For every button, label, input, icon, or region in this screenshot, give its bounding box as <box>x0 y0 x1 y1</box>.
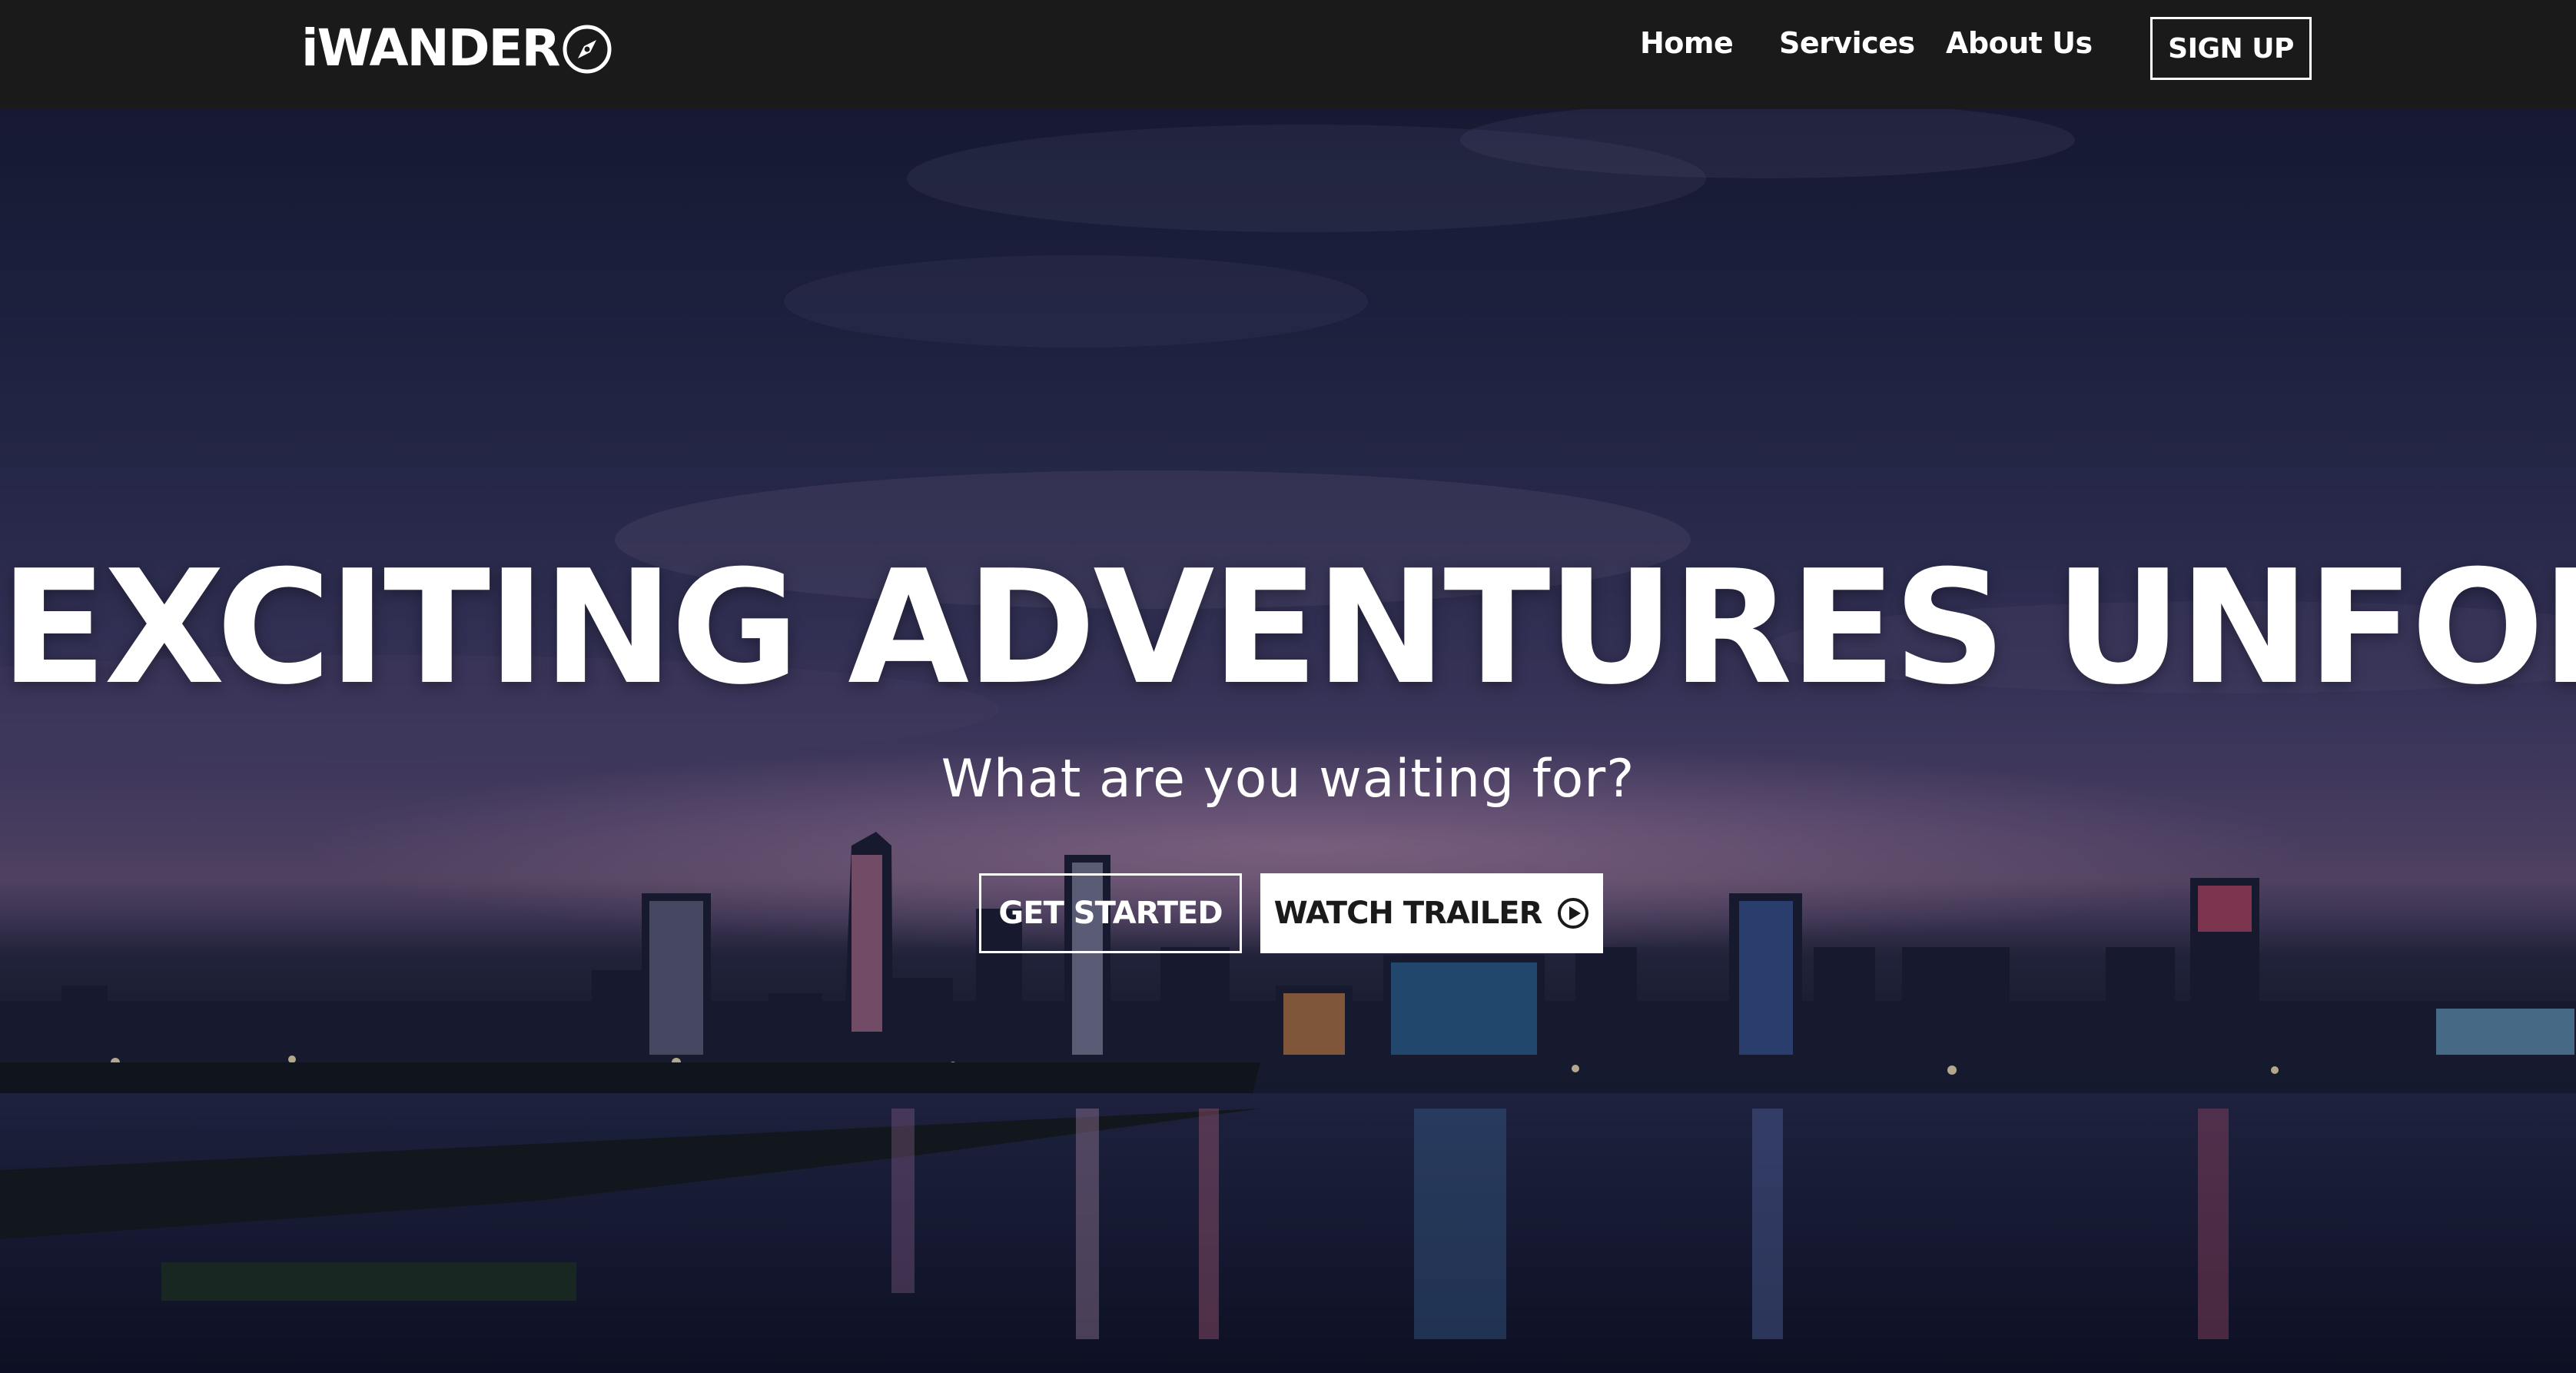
navbar: iWANDER Home Services About Us SIGN UP <box>0 0 2576 109</box>
sign-up-button[interactable]: SIGN UP <box>2150 17 2312 80</box>
nav-link-about-us[interactable]: About Us <box>1946 26 2093 60</box>
nav-link-services[interactable]: Services <box>1779 26 1915 60</box>
hero-title: EXCITING ADVENTURES UNFOLD <box>0 537 2576 720</box>
watch-trailer-label: WATCH TRAILER <box>1273 896 1543 931</box>
hero-content: EXCITING ADVENTURES UNFOLD What are you … <box>0 109 2576 1373</box>
watch-trailer-button[interactable]: WATCH TRAILER <box>1260 873 1603 953</box>
play-circle-icon <box>1558 898 1589 929</box>
nav-link-home[interactable]: Home <box>1640 26 1734 60</box>
hero-section: EXCITING ADVENTURES UNFOLD What are you … <box>0 109 2576 1373</box>
get-started-button[interactable]: GET STARTED <box>979 873 1242 953</box>
hero-subtitle: What are you waiting for? <box>941 749 1635 810</box>
